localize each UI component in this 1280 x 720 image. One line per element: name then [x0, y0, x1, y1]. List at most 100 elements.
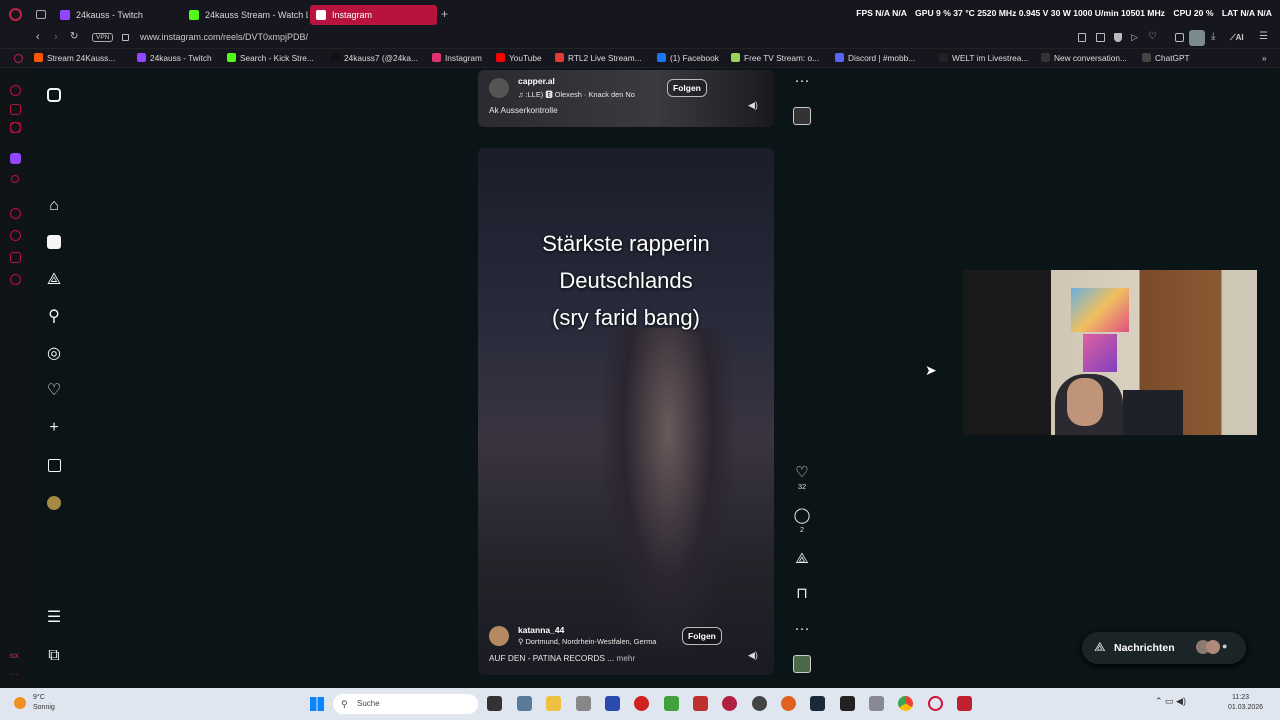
mouse-app-icon[interactable]	[576, 696, 591, 711]
file-explorer-icon[interactable]	[546, 696, 561, 711]
bookmark-item[interactable]: Stream 24Kauss...	[34, 53, 115, 63]
messages-icon[interactable]: ⟁	[44, 270, 64, 290]
app-icon[interactable]	[722, 696, 737, 711]
bookmark-item[interactable]: Free TV Stream: o...	[731, 53, 819, 63]
back-icon[interactable]: ‹	[36, 31, 40, 43]
sidebar-twitch-icon[interactable]	[10, 153, 21, 164]
sidebar-shortcut-icon[interactable]	[11, 175, 19, 183]
weather-icon[interactable]	[14, 697, 26, 709]
share-icon[interactable]: ⟁	[792, 550, 812, 568]
bookmark-item[interactable]: Instagram	[432, 53, 482, 63]
bookmark-folder-icon[interactable]	[14, 54, 23, 63]
mute-icon[interactable]: ◀)	[748, 650, 758, 661]
new-tab-button[interactable]: +	[441, 7, 448, 21]
heart-icon[interactable]: ♡	[792, 464, 812, 482]
ai-icon[interactable]: ⟋AI	[1230, 33, 1244, 43]
bookmark-item[interactable]: Search - Kick Stre...	[227, 53, 314, 63]
bookmark-item[interactable]: New conversation...	[1041, 53, 1127, 63]
vpn-badge[interactable]: VPN	[92, 33, 114, 42]
more-options-icon[interactable]: ···	[792, 620, 812, 638]
audio-thumbnail-icon[interactable]	[792, 107, 812, 125]
reel-music[interactable]: ♫ :LLE) 🅴 Olexesh · Knack den No	[518, 89, 635, 100]
chrome-icon[interactable]	[898, 696, 913, 711]
reel-main[interactable]: Stärkste rapperin Deutschlands (sry fari…	[478, 148, 774, 675]
bookmark-item[interactable]: Discord | #mobb...	[835, 53, 915, 63]
bookmark-item[interactable]: ChatGPT	[1142, 53, 1190, 63]
sidebar-shortcut-icon[interactable]	[10, 85, 21, 96]
save-button[interactable]: ⊓	[792, 585, 812, 603]
create-icon[interactable]: +	[44, 418, 64, 438]
download-icon[interactable]: ⤓	[1211, 31, 1215, 42]
bookmark-item[interactable]: (1) Facebook	[657, 53, 719, 63]
comment-button[interactable]: ◯ 2	[792, 507, 812, 534]
widgets-icon[interactable]	[517, 696, 532, 711]
notifications-icon[interactable]: ♡	[44, 381, 64, 401]
comment-icon[interactable]: ◯	[792, 507, 812, 525]
url-field[interactable]: www.instagram.com/reels/DVT0xmpjPDB/	[140, 32, 308, 42]
follow-button[interactable]: Folgen	[682, 627, 722, 645]
app-icon[interactable]	[957, 696, 972, 711]
messages-button[interactable]: ⟁ Nachrichten ●	[1082, 632, 1246, 664]
shield-icon[interactable]	[1114, 33, 1122, 42]
sidebar-player-icon[interactable]	[10, 208, 21, 219]
reel-previous[interactable]: capper.al ♫ :LLE) 🅴 Olexesh · Knack den …	[478, 70, 774, 127]
menu-icon[interactable]: ☰	[44, 608, 64, 628]
bookmark-item[interactable]: WELT im Livestrea...	[939, 53, 1028, 63]
like-button[interactable]: ♡ 32	[792, 464, 812, 491]
forward-icon[interactable]: ›	[54, 31, 58, 43]
page-scrollbar[interactable]	[1272, 68, 1280, 688]
bookmark-item[interactable]: RTL2 Live Stream...	[555, 53, 642, 63]
taskbar-search[interactable]: ⚲ Suche	[333, 694, 478, 714]
dashboard-icon[interactable]	[44, 456, 64, 476]
search-icon[interactable]: ⚲	[44, 307, 64, 327]
tab-instagram[interactable]: Instagram	[310, 5, 437, 25]
bookmarks-overflow-icon[interactable]: »	[1262, 53, 1267, 63]
sidebar-more-icon[interactable]: ···	[10, 670, 18, 679]
reel-username[interactable]: capper.al	[518, 76, 555, 86]
opera-gx-icon[interactable]	[928, 696, 943, 711]
weather-temp[interactable]: 9°C	[33, 694, 45, 701]
bookmark-item[interactable]: 24kauss7 (@24ka...	[331, 53, 418, 63]
home-icon[interactable]: ⌂	[44, 196, 64, 216]
heart-icon[interactable]: ♡	[1148, 31, 1157, 42]
reel-username[interactable]: katanna_44	[518, 625, 564, 635]
profile-avatar[interactable]	[44, 494, 64, 514]
avatar[interactable]	[489, 78, 509, 98]
reels-icon[interactable]	[44, 233, 64, 253]
instagram-logo-icon[interactable]	[44, 86, 64, 106]
app-icon[interactable]	[869, 696, 884, 711]
pin-icon[interactable]	[1078, 33, 1086, 42]
play-icon[interactable]: ▷	[1131, 32, 1138, 43]
clock-time[interactable]: 11:23	[1232, 694, 1249, 701]
app-icon[interactable]	[693, 696, 708, 711]
snapshot-icon[interactable]	[1096, 33, 1105, 42]
opera-logo-icon[interactable]	[9, 8, 22, 21]
app-icon[interactable]	[752, 696, 767, 711]
layers-app-icon[interactable]	[664, 696, 679, 711]
bookmark-item[interactable]: 24kauss - Twitch	[137, 53, 212, 63]
tab-kick[interactable]: 24kauss Stream - Watch L	[183, 5, 308, 25]
follow-button[interactable]: Folgen	[667, 79, 707, 97]
tab-twitch[interactable]: 24kauss - Twitch	[54, 5, 182, 25]
epic-games-icon[interactable]	[840, 696, 855, 711]
explore-icon[interactable]: ◎	[44, 344, 64, 364]
v-app-icon[interactable]	[605, 696, 620, 711]
settings-menu-icon[interactable]: ☰	[1259, 31, 1268, 42]
sidebar-settings-icon[interactable]	[10, 274, 21, 285]
reload-icon[interactable]: ↻	[70, 31, 78, 42]
sidebar-pin-icon[interactable]	[10, 252, 21, 263]
weather-desc[interactable]: Sonnig	[33, 704, 55, 711]
clock-date[interactable]: 01.03.2026	[1228, 704, 1263, 711]
sidebar-shortcut-icon[interactable]	[10, 122, 21, 133]
bookmark-item[interactable]: YouTube	[496, 53, 542, 63]
task-view-icon[interactable]	[487, 696, 502, 711]
red-app-icon[interactable]	[634, 696, 649, 711]
more-apps-icon[interactable]: ⧉	[44, 646, 64, 666]
more-link[interactable]: mehr	[616, 653, 635, 663]
audio-thumbnail-icon[interactable]	[792, 655, 812, 673]
extensions-icon[interactable]	[1175, 33, 1184, 42]
sidebar-history-icon[interactable]	[10, 230, 21, 241]
more-options-icon[interactable]: ···	[792, 72, 812, 90]
app-icon[interactable]	[781, 696, 796, 711]
steam-icon[interactable]	[810, 696, 825, 711]
